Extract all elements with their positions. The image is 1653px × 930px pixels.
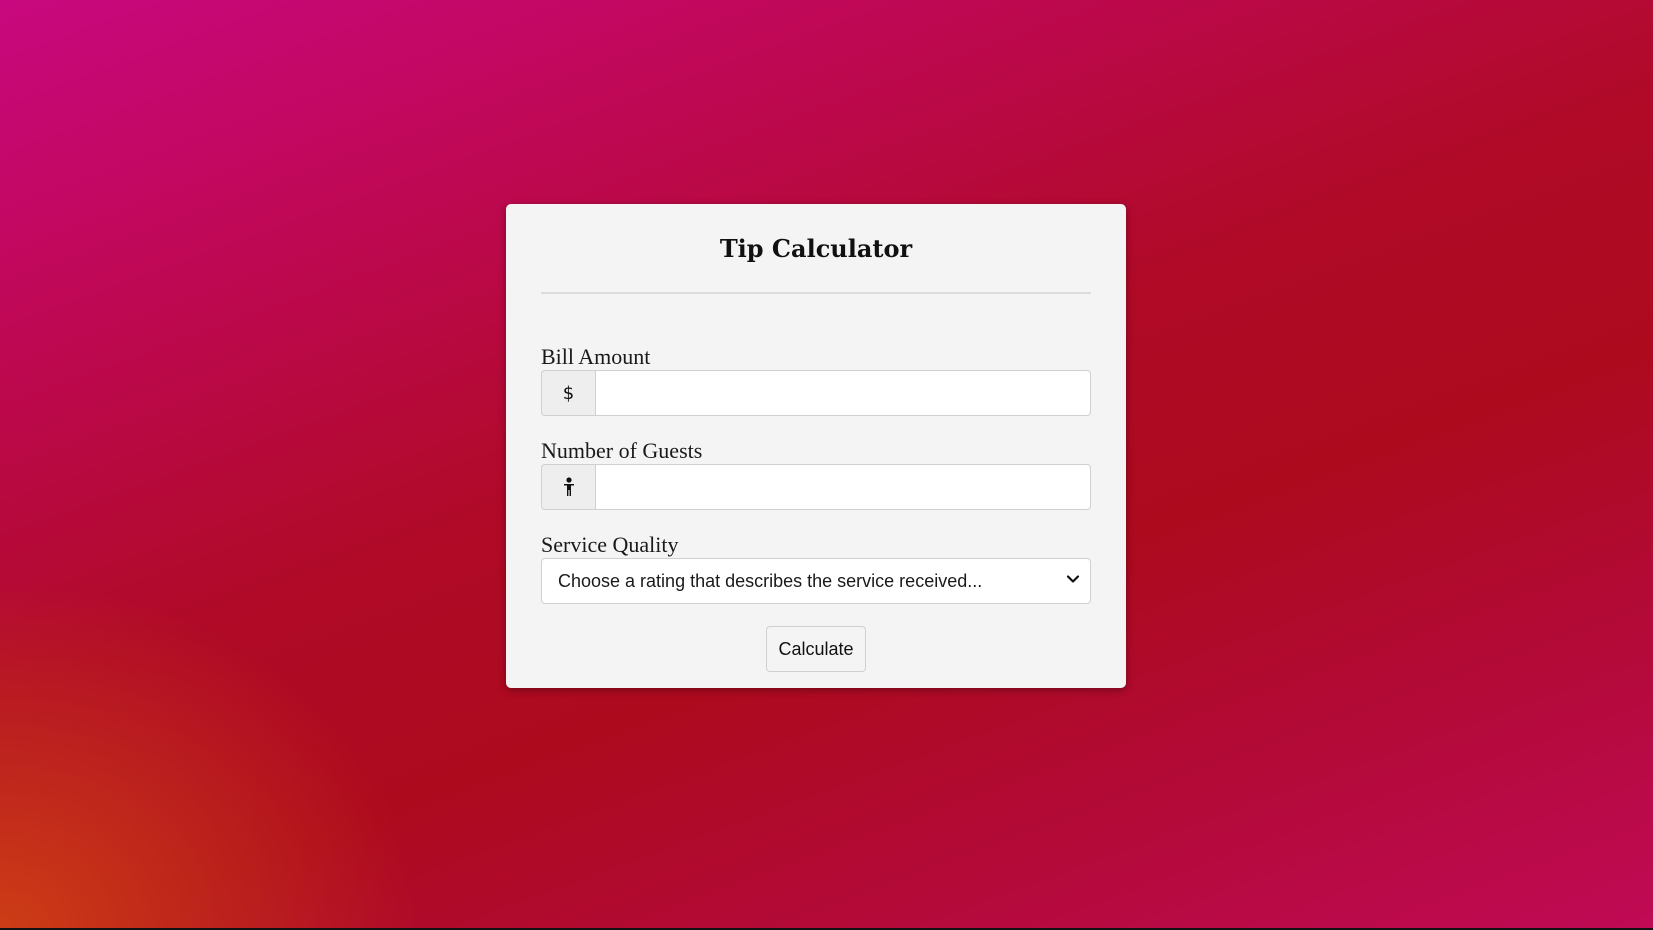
chevron-down-icon [1066, 575, 1080, 583]
service-quality-field: Service Quality Choose a rating that des… [541, 532, 1091, 604]
service-quality-selected: Choose a rating that describes the servi… [558, 570, 983, 591]
tip-calculator-card: Tip Calculator Bill Amount $ Number of G… [506, 204, 1126, 688]
title-divider [541, 292, 1091, 294]
bill-amount-input[interactable] [595, 370, 1091, 416]
service-quality-label: Service Quality [541, 532, 679, 557]
guests-field: Number of Guests [541, 438, 1091, 510]
bill-amount-field: Bill Amount $ [541, 344, 1091, 416]
guests-input[interactable] [595, 464, 1091, 510]
calculate-button[interactable]: Calculate [766, 626, 866, 672]
guests-group [541, 464, 1091, 510]
guests-label: Number of Guests [541, 438, 703, 463]
service-quality-select[interactable]: Choose a rating that describes the servi… [541, 558, 1091, 604]
bill-amount-group: $ [541, 370, 1091, 416]
person-icon [541, 464, 595, 510]
bill-amount-label: Bill Amount [541, 344, 651, 369]
dollar-icon: $ [541, 370, 595, 416]
page-title: Tip Calculator [719, 234, 913, 263]
button-row: Calculate [541, 626, 1091, 672]
